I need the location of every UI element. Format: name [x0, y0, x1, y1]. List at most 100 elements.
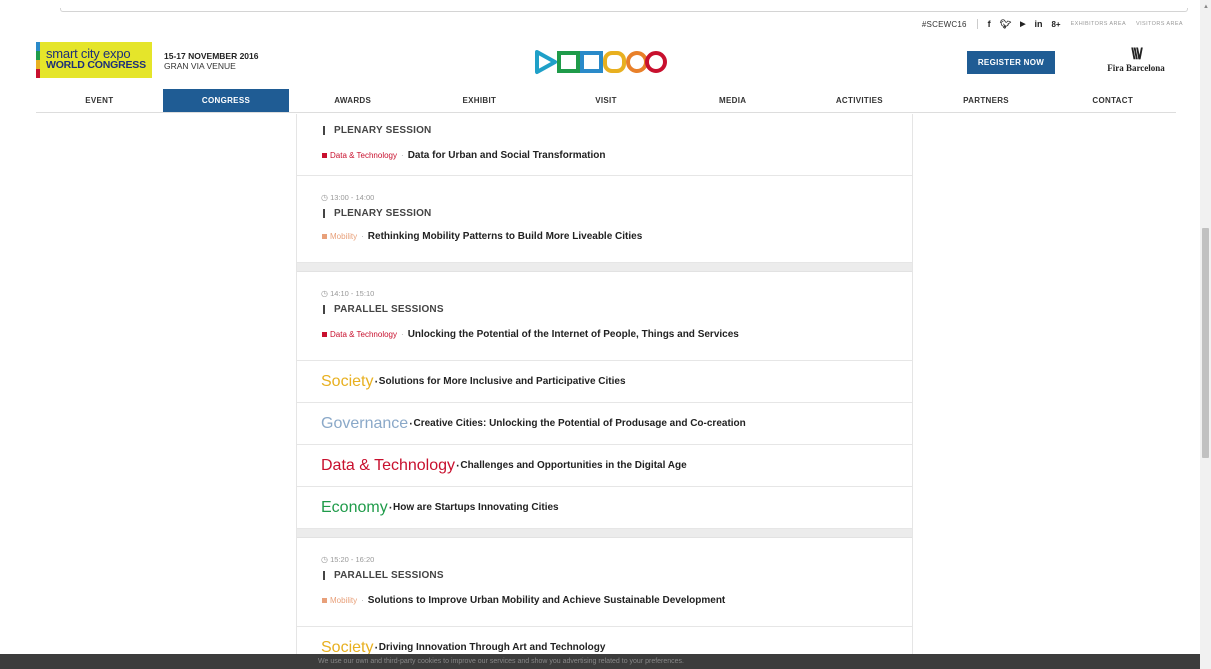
- cookie-banner: We use our own and third-party cookies t…: [0, 654, 1200, 669]
- schedule-block: ◷ 13:00 - 14:00 PLENARY SESSION Mobility…: [297, 176, 912, 263]
- smart-city-expo-logo[interactable]: smart city expo WORLD CONGRESS: [36, 42, 152, 78]
- talk-item[interactable]: Data & Technology · Unlocking the Potent…: [321, 320, 912, 360]
- clock-icon: ◷: [321, 289, 328, 298]
- nav-item-event[interactable]: EVENT: [36, 89, 163, 112]
- talk-item[interactable]: Mobility · Solutions to Improve Urban Mo…: [321, 586, 912, 626]
- scroll-thumb[interactable]: [1202, 228, 1209, 458]
- address-bar-edge: [60, 8, 1188, 12]
- register-now-button[interactable]: REGISTER NOW: [967, 51, 1055, 74]
- nav-item-awards[interactable]: AWARDS: [289, 89, 416, 112]
- session-time: ◷ 14:10 - 15:10: [321, 272, 912, 298]
- session-time: ◷ 15:20 - 16:20: [321, 538, 912, 564]
- session-label: PLENARY SESSION: [334, 124, 432, 136]
- main-nav: EVENT CONGRESS AWARDS EXHIBIT VISIT MEDI…: [36, 89, 1176, 113]
- category-square: [322, 152, 327, 158]
- clock-icon: ◷: [321, 193, 328, 202]
- talk-category[interactable]: Mobility: [330, 232, 357, 241]
- talk-title[interactable]: Data for Urban and Social Transformation: [408, 150, 606, 161]
- talk-item[interactable]: Society · Solutions for More Inclusive a…: [297, 361, 912, 403]
- talk-title[interactable]: Creative Cities: Unlocking the Potential…: [414, 418, 746, 429]
- category-square: [322, 597, 327, 603]
- talk-title[interactable]: Solutions for More Inclusive and Partici…: [379, 376, 626, 387]
- schedule-block: PLENARY SESSION Data & Technology · Data…: [297, 114, 912, 176]
- facebook-icon[interactable]: f: [988, 19, 991, 29]
- session-title: PARALLEL SESSIONS: [321, 298, 912, 320]
- block-divider: [297, 529, 912, 538]
- utility-bar: #SCEWC16 f 🐦︎ ▶ in 8+ EXHIBITORS AREA VI…: [922, 17, 1183, 31]
- talk-title[interactable]: Unlocking the Potential of the Internet …: [408, 329, 739, 340]
- talk-title[interactable]: Driving Innovation Through Art and Techn…: [379, 642, 606, 653]
- talk-category[interactable]: Society: [321, 373, 373, 391]
- hashtag-link[interactable]: #SCEWC16: [922, 20, 967, 29]
- schedule-block: ◷ 15:20 - 16:20 PARALLEL SESSIONS Mobili…: [297, 538, 912, 627]
- session-title: PARALLEL SESSIONS: [321, 564, 912, 586]
- congress-shapes-logo: [535, 50, 667, 74]
- visitors-area-link[interactable]: VISITORS AREA: [1136, 21, 1183, 27]
- separator: ·: [401, 150, 404, 160]
- nav-item-media[interactable]: MEDIA: [669, 89, 796, 112]
- talk-title[interactable]: Solutions to Improve Urban Mobility and …: [368, 595, 725, 606]
- scroll-up-arrow-icon[interactable]: ▲: [1203, 4, 1209, 10]
- talk-item[interactable]: Governance · Creative Cities: Unlocking …: [297, 403, 912, 445]
- fira-name: Fira Barcelona: [1107, 63, 1165, 73]
- event-info: 15-17 NOVEMBER 2016 GRAN VIA VENUE: [164, 51, 259, 71]
- schedule-list: PLENARY SESSION Data & Technology · Data…: [296, 114, 913, 669]
- block-divider: [297, 263, 912, 272]
- talk-item[interactable]: Economy · How are Startups Innovating Ci…: [297, 487, 912, 529]
- separator: ·: [401, 329, 404, 339]
- session-label: PARALLEL SESSIONS: [334, 303, 444, 315]
- twitter-icon[interactable]: 🐦︎: [1000, 19, 1011, 30]
- session-title: PLENARY SESSION: [321, 202, 912, 224]
- nav-item-contact[interactable]: CONTACT: [1049, 89, 1176, 112]
- talk-category[interactable]: Data & Technology: [330, 330, 397, 339]
- nav-item-visit[interactable]: VISIT: [543, 89, 670, 112]
- session-bar: [323, 570, 325, 580]
- google-plus-icon[interactable]: 8+: [1051, 20, 1060, 29]
- browser-chrome: [0, 0, 1211, 12]
- schedule-block: ◷ 14:10 - 15:10 PARALLEL SESSIONS Data &…: [297, 272, 912, 361]
- fira-mark-icon: \\\/: [1131, 46, 1143, 63]
- clock-icon: ◷: [321, 555, 328, 564]
- category-square: [322, 331, 327, 337]
- talk-category[interactable]: Economy: [321, 499, 388, 517]
- nav-item-activities[interactable]: ACTIVITIES: [796, 89, 923, 112]
- logo-text-box: smart city expo WORLD CONGRESS: [40, 42, 152, 78]
- fira-barcelona-logo[interactable]: \\\/ Fira Barcelona: [1094, 47, 1178, 79]
- session-bar: [323, 125, 325, 135]
- logo-line-2: WORLD CONGRESS: [46, 59, 146, 71]
- linkedin-icon[interactable]: in: [1034, 19, 1042, 29]
- page-scrollbar[interactable]: ▲: [1200, 0, 1211, 669]
- separator: ·: [361, 231, 364, 241]
- time-label: 13:00 - 14:00: [330, 193, 375, 202]
- session-label: PARALLEL SESSIONS: [334, 569, 444, 581]
- talk-category[interactable]: Governance: [321, 415, 408, 433]
- social-links: f 🐦︎ ▶ in 8+: [988, 19, 1061, 30]
- session-bar: [323, 304, 325, 314]
- youtube-icon[interactable]: ▶: [1020, 20, 1025, 28]
- event-venue: GRAN VIA VENUE: [164, 61, 236, 71]
- session-title: PLENARY SESSION: [321, 119, 912, 141]
- talk-item[interactable]: Mobility · Rethinking Mobility Patterns …: [321, 224, 912, 262]
- talk-item[interactable]: Data & Technology · Challenges and Oppor…: [297, 445, 912, 487]
- talk-category[interactable]: Data & Technology: [330, 151, 397, 160]
- event-date: 15-17 NOVEMBER 2016: [164, 51, 259, 61]
- talk-item[interactable]: Data & Technology · Data for Urban and S…: [321, 141, 912, 175]
- time-label: 15:20 - 16:20: [330, 555, 375, 564]
- session-label: PLENARY SESSION: [334, 207, 432, 219]
- talk-title[interactable]: Challenges and Opportunities in the Digi…: [460, 460, 686, 471]
- talk-title[interactable]: How are Startups Innovating Cities: [393, 502, 559, 513]
- nav-item-partners[interactable]: PARTNERS: [923, 89, 1050, 112]
- talk-category[interactable]: Data & Technology: [321, 457, 455, 475]
- category-square: [322, 233, 327, 239]
- talk-title[interactable]: Rethinking Mobility Patterns to Build Mo…: [368, 231, 642, 242]
- nav-item-exhibit[interactable]: EXHIBIT: [416, 89, 543, 112]
- cookie-text: We use our own and third-party cookies t…: [318, 658, 684, 665]
- separator: ·: [361, 595, 364, 605]
- divider: [976, 19, 978, 29]
- time-label: 14:10 - 15:10: [330, 289, 375, 298]
- exhibitors-area-link[interactable]: EXHIBITORS AREA: [1071, 21, 1126, 27]
- talk-category[interactable]: Mobility: [330, 596, 357, 605]
- session-bar: [323, 208, 325, 218]
- session-time: ◷ 13:00 - 14:00: [321, 176, 912, 202]
- nav-item-congress[interactable]: CONGRESS: [162, 89, 290, 112]
